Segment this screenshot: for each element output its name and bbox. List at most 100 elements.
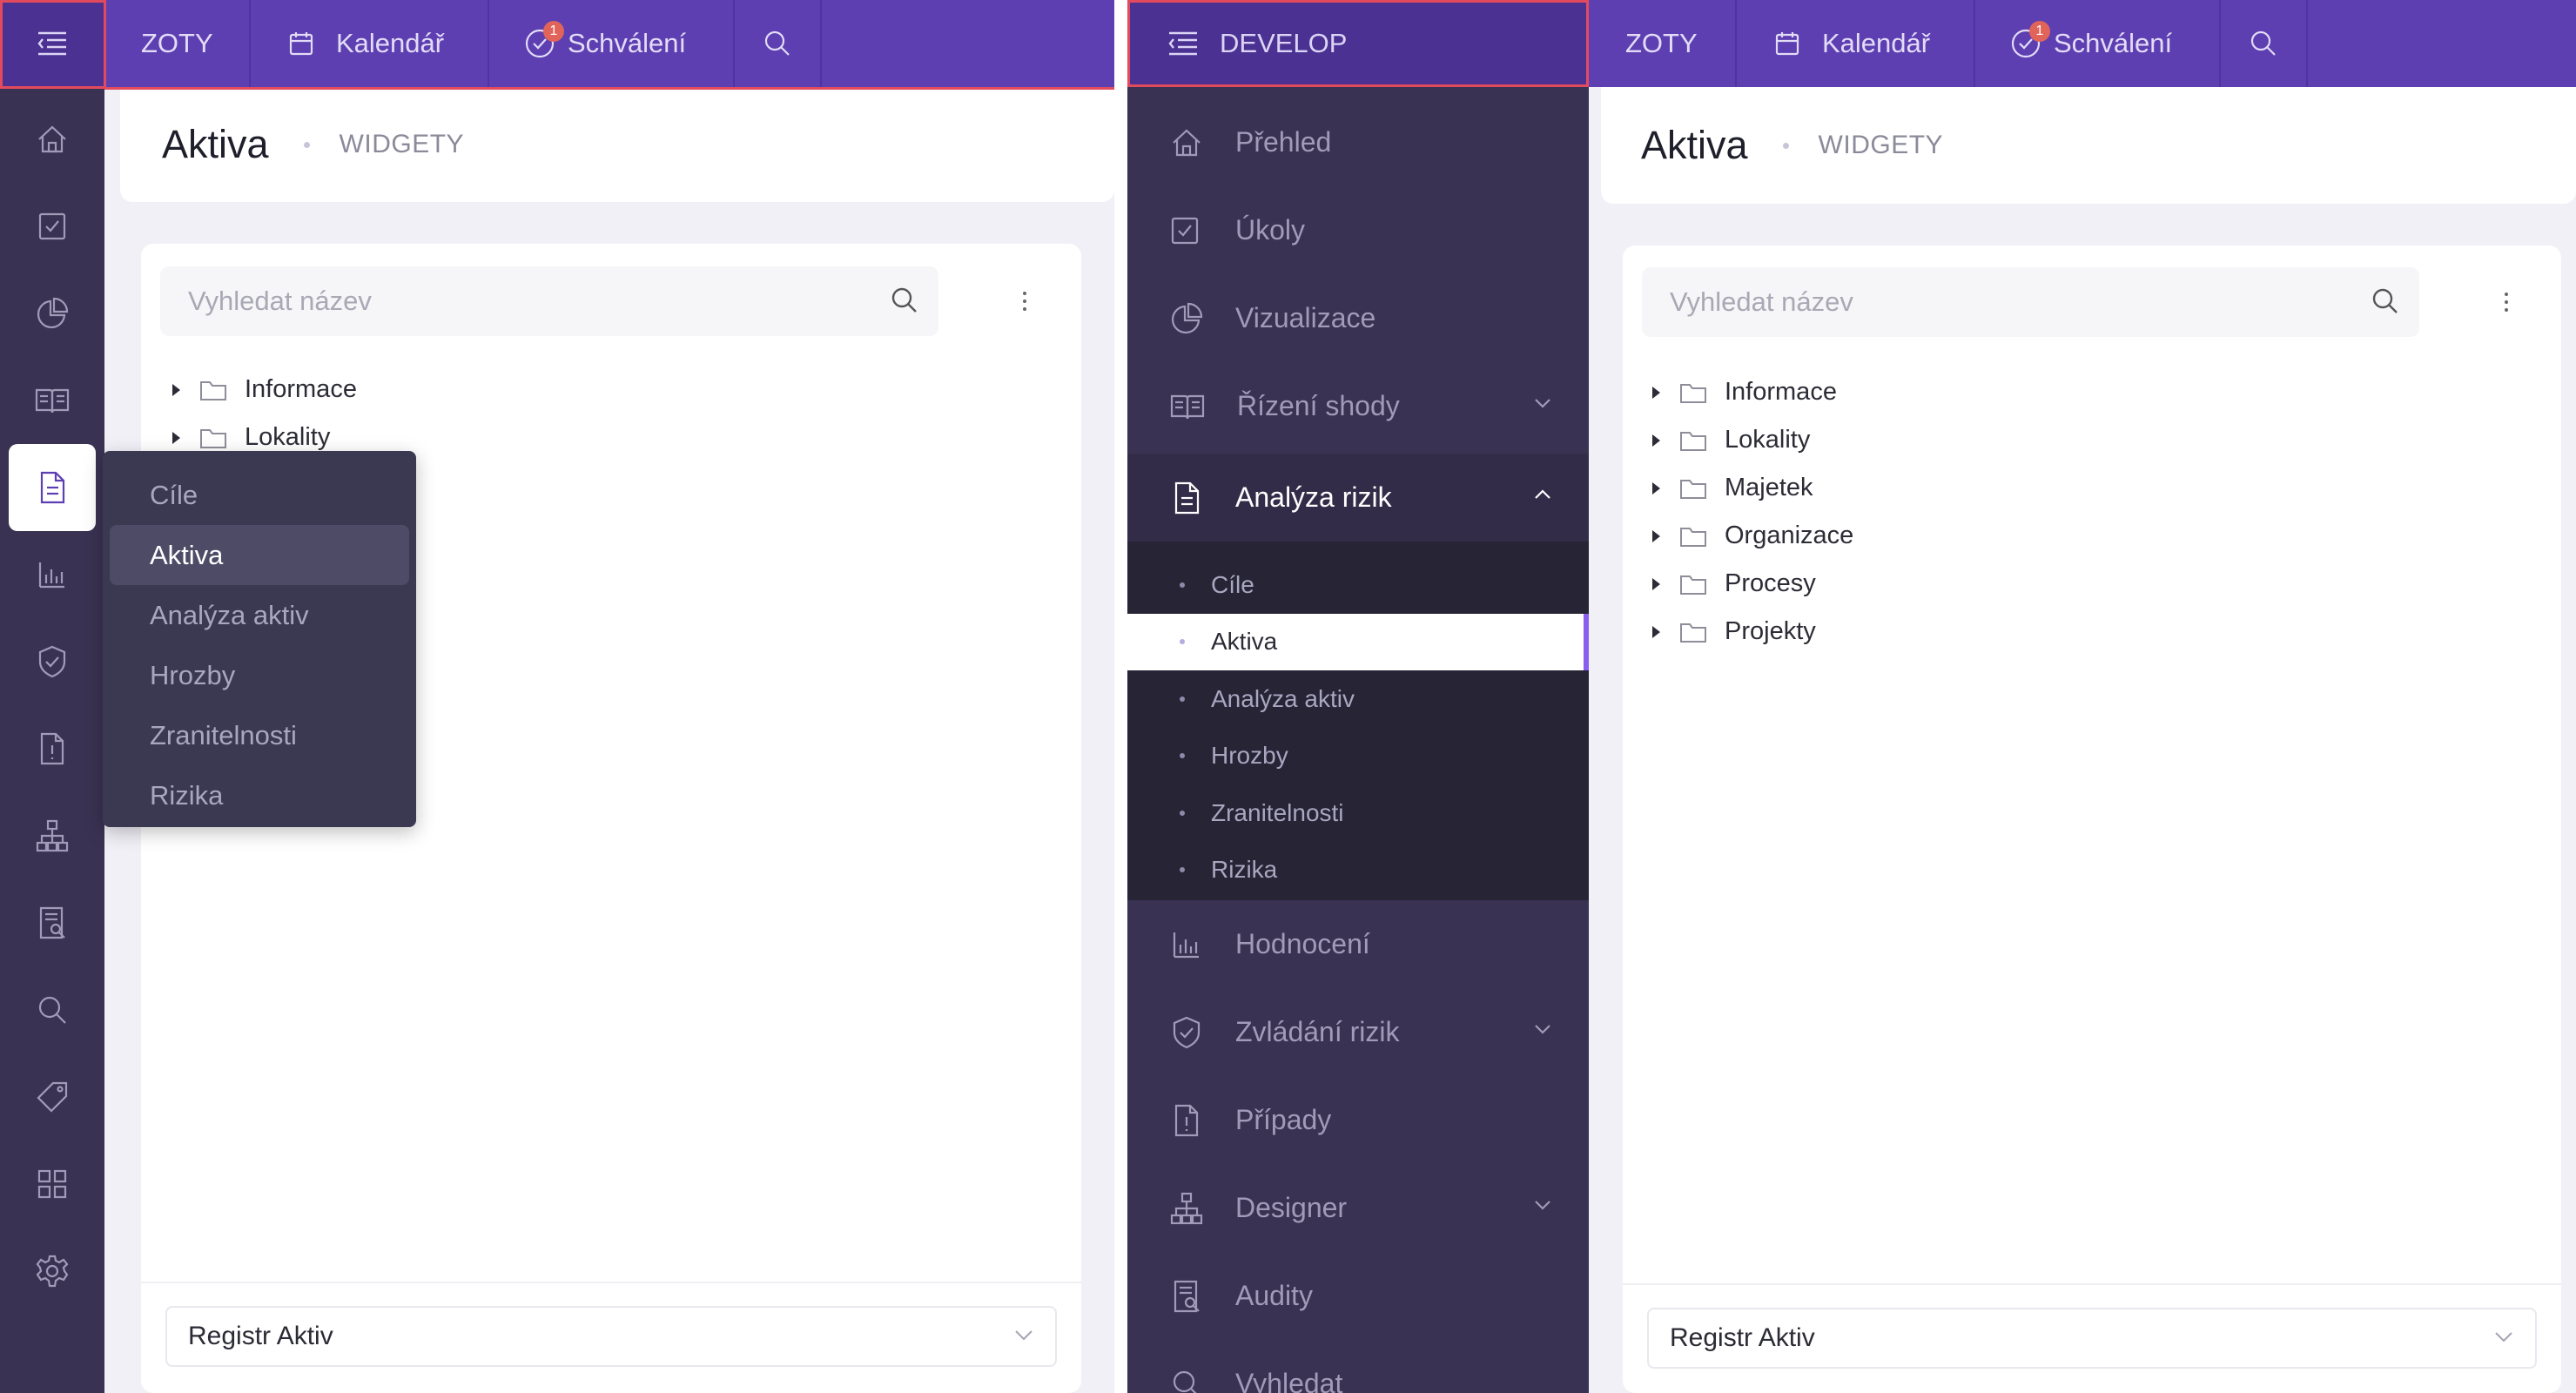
rail-item-assessment[interactable] xyxy=(0,531,104,618)
flyout-item-risks[interactable]: Rizika xyxy=(110,765,409,825)
tree-node[interactable]: Organizace xyxy=(1652,512,1853,560)
rail-item-tasks[interactable] xyxy=(0,183,104,270)
register-select[interactable]: Registr Aktiv xyxy=(1647,1308,2537,1369)
tree-node[interactable]: Informace xyxy=(172,366,357,414)
book-icon xyxy=(1169,391,1237,422)
folder-icon xyxy=(1679,573,1725,596)
search-box xyxy=(1642,267,2419,337)
rail-item-compliance[interactable] xyxy=(0,357,104,444)
rail-item-search[interactable] xyxy=(0,966,104,1053)
folder-icon xyxy=(1679,429,1725,452)
tree-node[interactable]: Lokality xyxy=(1652,416,1853,464)
submenu-item-assets[interactable]: Aktiva xyxy=(1127,613,1589,670)
menu-toggle-button[interactable] xyxy=(0,0,104,87)
folder-icon xyxy=(1679,525,1725,548)
search-icon xyxy=(2249,29,2278,58)
approvals-badge: 1 xyxy=(2029,21,2050,42)
sidebar-item-overview[interactable]: Přehled xyxy=(1127,98,1589,186)
expand-caret-icon[interactable] xyxy=(172,431,180,444)
search-input[interactable] xyxy=(188,266,733,336)
more-options-button[interactable] xyxy=(2493,285,2519,320)
register-select[interactable]: Registr Aktiv xyxy=(165,1306,1057,1367)
more-options-button[interactable] xyxy=(1012,284,1038,319)
expand-caret-icon[interactable] xyxy=(172,383,180,396)
expand-caret-icon[interactable] xyxy=(1652,481,1660,495)
file-alert-icon xyxy=(37,731,67,766)
expand-caret-icon[interactable] xyxy=(1652,386,1660,399)
top-bar: ZOTY Kalendář 1 Schválení xyxy=(1589,0,2576,87)
flyout-item-assets[interactable]: Aktiva xyxy=(110,525,409,585)
flyout-item-goals[interactable]: Cíle xyxy=(110,465,409,525)
rail-item-risk-analysis[interactable] xyxy=(0,444,104,531)
card-footer: Registr Aktiv xyxy=(141,1282,1081,1393)
submenu-item-asset-analysis[interactable]: Analýza aktiv xyxy=(1127,670,1589,728)
folder-icon xyxy=(1679,381,1725,404)
tree-node-label: Informace xyxy=(1725,378,1837,406)
sidebar-item-cases[interactable]: Případy xyxy=(1127,1076,1589,1164)
expand-caret-icon[interactable] xyxy=(1652,434,1660,447)
sidebar-item-compliance[interactable]: Řízení shody xyxy=(1127,362,1589,450)
page-subtitle-link[interactable]: WIDGETY xyxy=(1819,131,1944,160)
page-subtitle-link[interactable]: WIDGETY xyxy=(340,130,465,159)
search-icon[interactable] xyxy=(2371,286,2400,316)
approvals-link[interactable]: 1 Schválení xyxy=(489,0,735,87)
rail-item-cases[interactable] xyxy=(0,705,104,792)
global-search-button[interactable] xyxy=(2221,0,2308,87)
tree-node[interactable]: Majetek xyxy=(1652,464,1853,512)
sidebar-item-tasks[interactable]: Úkoly xyxy=(1127,186,1589,274)
rail-item-risk-treatment[interactable] xyxy=(0,618,104,705)
org-switcher[interactable]: ZOTY xyxy=(1589,0,1737,87)
register-select-value: Registr Aktiv xyxy=(188,1322,333,1350)
page-header: Aktiva WIDGETY xyxy=(120,87,1114,202)
rail-item-home[interactable] xyxy=(0,96,104,183)
sidebar-item-audits[interactable]: Audity xyxy=(1127,1252,1589,1340)
tree-node[interactable]: Informace xyxy=(1652,368,1853,416)
submenu-item-vulnerabilities[interactable]: Zranitelnosti xyxy=(1127,784,1589,842)
rail-item-visualization[interactable] xyxy=(0,270,104,357)
asset-tree-card: Informace Lokality Majetek Organizace Pr xyxy=(1623,246,2561,1393)
search-icon xyxy=(37,994,68,1026)
rail-item-audits[interactable] xyxy=(0,879,104,966)
sidebar-item-designer[interactable]: Designer xyxy=(1127,1164,1589,1252)
rail-item-designer[interactable] xyxy=(0,792,104,879)
sidebar-item-risk-treatment[interactable]: Zvládání rizik xyxy=(1127,988,1589,1076)
submenu-item-risks[interactable]: Rizika xyxy=(1127,842,1589,899)
sidebar-item-visualization[interactable]: Vizualizace xyxy=(1127,274,1589,362)
calendar-label: Kalendář xyxy=(336,28,445,58)
rail-item-settings[interactable] xyxy=(0,1228,104,1315)
sidebar-item-risk-analysis[interactable]: Analýza rizik xyxy=(1127,454,1589,542)
tree-node[interactable]: Procesy xyxy=(1652,560,1853,608)
audit-icon xyxy=(1169,1279,1235,1314)
calendar-link[interactable]: Kalendář xyxy=(251,0,489,87)
flyout-item-vulnerabilities[interactable]: Zranitelnosti xyxy=(110,705,409,765)
search-input[interactable] xyxy=(1670,267,2215,337)
rail-item-widgets[interactable] xyxy=(0,1141,104,1228)
org-switcher[interactable]: ZOTY xyxy=(104,0,251,87)
expand-caret-icon[interactable] xyxy=(1652,577,1660,590)
search-icon xyxy=(763,29,792,58)
submenu-item-threats[interactable]: Hrozby xyxy=(1127,728,1589,785)
submenu-item-goals[interactable]: Cíle xyxy=(1127,556,1589,614)
approvals-link[interactable]: 1 Schválení xyxy=(1975,0,2221,87)
card-footer: Registr Aktiv xyxy=(1623,1283,2561,1393)
book-icon xyxy=(34,385,71,416)
calendar-label: Kalendář xyxy=(1822,28,1931,58)
flyout-item-threats[interactable]: Hrozby xyxy=(110,645,409,705)
rail-item-tags[interactable] xyxy=(0,1053,104,1141)
menu-list-icon xyxy=(35,30,70,57)
tree-node[interactable]: Projekty xyxy=(1652,608,1853,656)
sidebar-item-search[interactable]: Vyhledat xyxy=(1127,1340,1589,1393)
global-search-button[interactable] xyxy=(735,0,822,87)
search-icon[interactable] xyxy=(890,286,919,315)
flyout-item-asset-analysis[interactable]: Analýza aktiv xyxy=(110,585,409,645)
menu-toggle-button[interactable]: DEVELOP xyxy=(1127,0,1589,87)
sidebar-item-assessment[interactable]: Hodnocení xyxy=(1127,900,1589,988)
title-separator xyxy=(303,141,310,148)
shield-check-icon xyxy=(1169,1015,1235,1050)
calendar-link[interactable]: Kalendář xyxy=(1737,0,1975,87)
expand-caret-icon[interactable] xyxy=(1652,529,1660,542)
tree-node-label: Lokality xyxy=(245,423,331,451)
expand-caret-icon[interactable] xyxy=(1652,625,1660,638)
task-check-icon xyxy=(1169,215,1235,246)
chevron-down-icon xyxy=(1013,1329,1034,1343)
